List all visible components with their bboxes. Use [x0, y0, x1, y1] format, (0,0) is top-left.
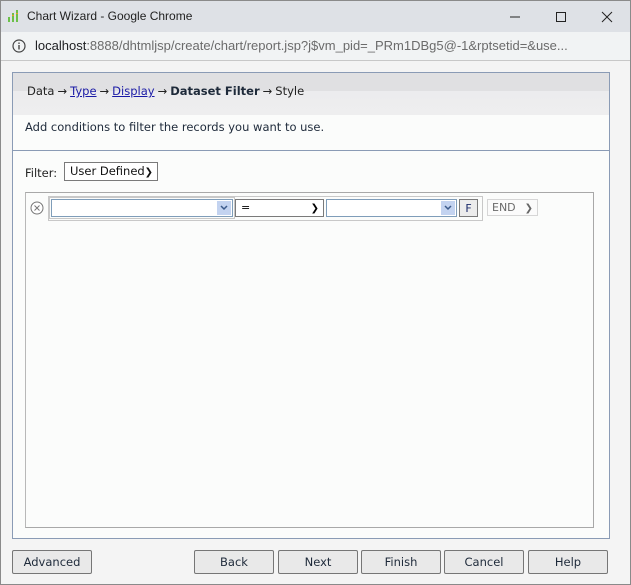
chevron-down-icon: ❯ [524, 203, 533, 214]
window-title: Chart Wizard - Google Chrome [27, 9, 193, 23]
close-icon [601, 11, 613, 22]
address-bar[interactable]: localhost:8888/dhtmljsp/create/chart/rep… [1, 32, 630, 61]
value-dropdown-button[interactable] [441, 201, 455, 215]
minimize-icon [510, 16, 520, 17]
step-arrow: → [99, 84, 110, 98]
step-description: Add conditions to filter the records you… [25, 120, 325, 134]
back-button[interactable]: Back [194, 550, 274, 574]
chevron-down-icon [220, 205, 228, 211]
chevron-down-icon [444, 205, 452, 211]
operator-value: = [241, 201, 251, 214]
logic-operator-value: END [492, 201, 516, 214]
maximize-icon [556, 11, 566, 22]
step-data: Data [27, 84, 55, 98]
minimize-button[interactable] [492, 1, 538, 32]
step-arrow: → [57, 84, 68, 98]
step-dataset-filter: Dataset Filter [170, 84, 260, 98]
operator-select[interactable]: = ❯ [235, 199, 324, 217]
chevron-down-icon: ❯ [310, 203, 319, 214]
maximize-button[interactable] [538, 1, 584, 32]
step-arrow: → [262, 84, 273, 98]
filter-label: Filter: [25, 166, 58, 180]
filter-type-value: User Defined [70, 164, 145, 178]
cancel-button[interactable]: Cancel [444, 550, 524, 574]
advanced-button[interactable]: Advanced [12, 550, 92, 574]
conditions-area: = ❯ F END ❯ [25, 192, 594, 528]
info-icon[interactable] [12, 39, 26, 53]
filter-type-select[interactable]: User Defined ❯ [64, 162, 158, 181]
value-select[interactable] [326, 199, 457, 217]
step-style: Style [275, 84, 305, 98]
title-bar: Chart Wizard - Google Chrome [1, 1, 630, 32]
field-dropdown-button[interactable] [217, 201, 231, 215]
step-type-link[interactable]: Type [70, 84, 96, 98]
chart-app-icon [8, 10, 18, 22]
logic-operator-select[interactable]: END ❯ [487, 199, 538, 216]
close-button[interactable] [584, 1, 630, 32]
url-host: localhost [35, 38, 87, 53]
wizard-panel: Data → Type → Display → Dataset Filter → Style A… [12, 72, 610, 539]
next-button[interactable]: Next [278, 550, 358, 574]
remove-condition-icon[interactable] [30, 201, 44, 215]
help-button[interactable]: Help [528, 550, 608, 574]
formula-button[interactable]: F [459, 199, 478, 217]
url-path: :8888/dhtmljsp/create/chart/report.jsp?j… [86, 38, 568, 53]
divider [13, 150, 609, 151]
wizard-steps: Data → Type → Display → Dataset Filter → Style [13, 73, 609, 115]
url-text[interactable]: localhost:8888/dhtmljsp/create/chart/rep… [35, 38, 568, 53]
field-select[interactable] [49, 197, 235, 219]
finish-button[interactable]: Finish [361, 550, 441, 574]
chevron-down-icon: ❯ [144, 167, 153, 178]
step-arrow: → [157, 84, 168, 98]
step-display-link[interactable]: Display [112, 84, 154, 98]
